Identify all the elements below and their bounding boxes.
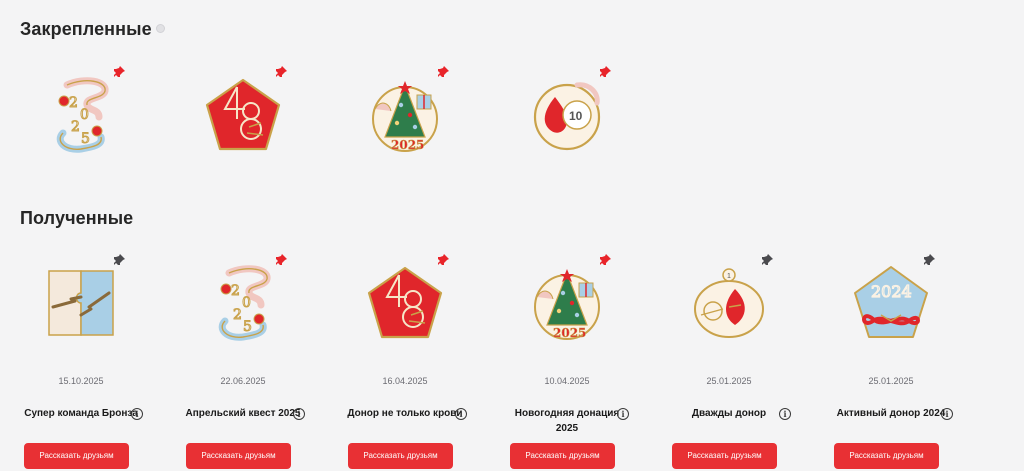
badge-48-pentagon-icon[interactable] bbox=[203, 75, 283, 155]
badge-puzzle-icon[interactable] bbox=[41, 263, 121, 343]
help-dot-icon[interactable] bbox=[155, 24, 165, 33]
svg-text:2025: 2025 bbox=[553, 326, 586, 340]
badge-name: Супер команда Бронза bbox=[24, 408, 138, 419]
svg-text:2: 2 bbox=[71, 119, 80, 135]
badge-date: 25.01.2025 bbox=[706, 376, 752, 386]
pin-active-icon[interactable] bbox=[598, 65, 612, 79]
badge-48-pentagon-icon[interactable] bbox=[365, 263, 445, 343]
pin-active-icon[interactable] bbox=[598, 253, 612, 267]
badge-christmas-tree-icon[interactable]: 2025 bbox=[365, 75, 445, 155]
badge-name: Апрельский квест 2025 bbox=[185, 408, 301, 419]
pin-active-icon[interactable] bbox=[112, 65, 126, 79]
badge-2024-infinity-icon[interactable]: 2024 bbox=[851, 263, 931, 343]
badge-date: 16.04.2025 bbox=[382, 376, 428, 386]
svg-text:2: 2 bbox=[231, 283, 240, 299]
badge-name: Новогодняя донация 2025 bbox=[514, 408, 620, 434]
badge-2025-icon[interactable]: 2 0 2 5 bbox=[41, 75, 121, 155]
share-with-friends-button[interactable]: Рассказать друзьям bbox=[348, 443, 453, 469]
share-with-friends-button[interactable]: Рассказать друзьям bbox=[510, 443, 615, 469]
info-icon[interactable]: i bbox=[779, 408, 791, 420]
badge-10-drop-icon[interactable]: 10 bbox=[527, 75, 607, 155]
svg-text:2024: 2024 bbox=[871, 282, 912, 301]
pinned-section-title-text: Закрепленные bbox=[20, 19, 152, 39]
badge-name: Донор не только крови bbox=[347, 408, 463, 419]
pin-active-icon[interactable] bbox=[274, 65, 288, 79]
svg-text:2: 2 bbox=[233, 307, 242, 323]
share-with-friends-button[interactable]: Рассказать друзьям bbox=[834, 443, 939, 469]
svg-text:0: 0 bbox=[80, 107, 89, 123]
pin-icon[interactable] bbox=[760, 253, 774, 267]
badge-christmas-tree-icon[interactable]: 2025 bbox=[527, 263, 607, 343]
pin-active-icon[interactable] bbox=[274, 253, 288, 267]
share-with-friends-button[interactable]: Рассказать друзьям bbox=[672, 443, 777, 469]
svg-text:2025: 2025 bbox=[391, 138, 424, 152]
share-with-friends-button[interactable]: Рассказать друзьям bbox=[186, 443, 291, 469]
received-section-title-text: Полученные bbox=[20, 208, 134, 228]
svg-text:10: 10 bbox=[569, 109, 583, 123]
pin-active-icon[interactable] bbox=[436, 253, 450, 267]
badge-date: 10.04.2025 bbox=[544, 376, 590, 386]
pinned-section-title: Закрепленные bbox=[20, 19, 165, 40]
svg-text:1: 1 bbox=[727, 273, 731, 280]
badge-name: Активный донор 2024 bbox=[836, 408, 946, 419]
badge-date: 15.10.2025 bbox=[58, 376, 104, 386]
badge-date: 25.01.2025 bbox=[868, 376, 914, 386]
info-icon[interactable]: i bbox=[941, 408, 953, 420]
pin-icon[interactable] bbox=[922, 253, 936, 267]
info-icon[interactable]: i bbox=[455, 408, 467, 420]
badge-date: 22.06.2025 bbox=[220, 376, 266, 386]
badge-2025-icon[interactable]: 2 0 2 5 bbox=[203, 263, 283, 343]
pin-icon[interactable] bbox=[112, 253, 126, 267]
svg-text:5: 5 bbox=[243, 319, 252, 335]
info-icon[interactable]: i bbox=[617, 408, 629, 420]
info-icon[interactable]: i bbox=[293, 408, 305, 420]
badge-name: Дважды донор bbox=[691, 408, 767, 419]
svg-text:2: 2 bbox=[69, 95, 78, 111]
info-icon[interactable]: i bbox=[131, 408, 143, 420]
pin-active-icon[interactable] bbox=[436, 65, 450, 79]
share-with-friends-button[interactable]: Рассказать друзьям bbox=[24, 443, 129, 469]
svg-text:0: 0 bbox=[242, 295, 251, 311]
svg-text:5: 5 bbox=[81, 131, 90, 147]
badge-heart-drop-icon[interactable]: 1 bbox=[689, 263, 769, 343]
received-section-title: Полученные bbox=[20, 208, 133, 229]
